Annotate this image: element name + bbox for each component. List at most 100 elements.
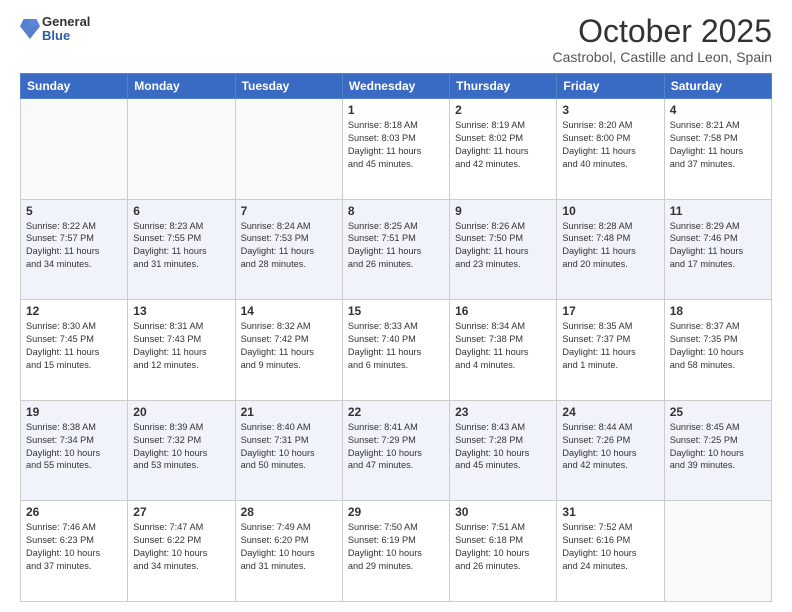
- logo-blue-text: Blue: [42, 29, 90, 43]
- day-number: 6: [133, 204, 229, 218]
- day-number: 15: [348, 304, 444, 318]
- day-info: Sunrise: 8:45 AMSunset: 7:25 PMDaylight:…: [670, 421, 766, 473]
- day-number: 12: [26, 304, 122, 318]
- day-number: 28: [241, 505, 337, 519]
- calendar-cell: 11 Sunrise: 8:29 AMSunset: 7:46 PMDayligh…: [664, 199, 771, 300]
- day-info: Sunrise: 8:22 AMSunset: 7:57 PMDaylight:…: [26, 220, 122, 272]
- calendar-cell: 10 Sunrise: 8:28 AMSunset: 7:48 PMDayligh…: [557, 199, 664, 300]
- calendar-cell: 23 Sunrise: 8:43 AMSunset: 7:28 PMDayligh…: [450, 400, 557, 501]
- header: General Blue October 2025 Castrobol, Cas…: [20, 15, 772, 65]
- calendar-row-3: 12 Sunrise: 8:30 AMSunset: 7:45 PMDayligh…: [21, 300, 772, 401]
- day-info: Sunrise: 8:26 AMSunset: 7:50 PMDaylight:…: [455, 220, 551, 272]
- calendar-cell: 15 Sunrise: 8:33 AMSunset: 7:40 PMDayligh…: [342, 300, 449, 401]
- calendar-row-2: 5 Sunrise: 8:22 AMSunset: 7:57 PMDaylight…: [21, 199, 772, 300]
- day-info: Sunrise: 8:19 AMSunset: 8:02 PMDaylight:…: [455, 119, 551, 171]
- day-number: 8: [348, 204, 444, 218]
- logo-general-text: General: [42, 15, 90, 29]
- day-info: Sunrise: 8:38 AMSunset: 7:34 PMDaylight:…: [26, 421, 122, 473]
- day-info: Sunrise: 8:21 AMSunset: 7:58 PMDaylight:…: [670, 119, 766, 171]
- weekday-header-saturday: Saturday: [664, 74, 771, 99]
- day-number: 31: [562, 505, 658, 519]
- calendar-cell: 17Sunrise: 8:35 AMSunset: 7:37 PMDayligh…: [557, 300, 664, 401]
- header-right: October 2025 Castrobol, Castille and Leo…: [553, 15, 772, 65]
- day-number: 17: [562, 304, 658, 318]
- weekday-header-friday: Friday: [557, 74, 664, 99]
- day-number: 11: [670, 204, 766, 218]
- day-info: Sunrise: 8:23 AMSunset: 7:55 PMDaylight:…: [133, 220, 229, 272]
- day-number: 26: [26, 505, 122, 519]
- day-number: 18: [670, 304, 766, 318]
- calendar-cell: 31Sunrise: 7:52 AMSunset: 6:16 PMDayligh…: [557, 501, 664, 602]
- calendar-cell: [21, 99, 128, 200]
- day-info: Sunrise: 8:34 AMSunset: 7:38 PMDaylight:…: [455, 320, 551, 372]
- calendar-cell: 19 Sunrise: 8:38 AMSunset: 7:34 PMDayligh…: [21, 400, 128, 501]
- calendar-cell: 9 Sunrise: 8:26 AMSunset: 7:50 PMDaylight…: [450, 199, 557, 300]
- calendar-cell: 22Sunrise: 8:41 AMSunset: 7:29 PMDayligh…: [342, 400, 449, 501]
- day-number: 1: [348, 103, 444, 117]
- day-info: Sunrise: 8:29 AMSunset: 7:46 PMDaylight:…: [670, 220, 766, 272]
- calendar-cell: 28Sunrise: 7:49 AMSunset: 6:20 PMDayligh…: [235, 501, 342, 602]
- calendar-row-1: 1 Sunrise: 8:18 AMSunset: 8:03 PMDaylight…: [21, 99, 772, 200]
- day-number: 4: [670, 103, 766, 117]
- calendar-cell: 7 Sunrise: 8:24 AMSunset: 7:53 PMDaylight…: [235, 199, 342, 300]
- day-info: Sunrise: 8:20 AMSunset: 8:00 PMDaylight:…: [562, 119, 658, 171]
- day-info: Sunrise: 7:47 AMSunset: 6:22 PMDaylight:…: [133, 521, 229, 573]
- logo-text: General Blue: [42, 15, 90, 44]
- calendar-cell: 20Sunrise: 8:39 AMSunset: 7:32 PMDayligh…: [128, 400, 235, 501]
- day-info: Sunrise: 8:18 AMSunset: 8:03 PMDaylight:…: [348, 119, 444, 171]
- day-number: 29: [348, 505, 444, 519]
- day-number: 19: [26, 405, 122, 419]
- day-info: Sunrise: 8:30 AMSunset: 7:45 PMDaylight:…: [26, 320, 122, 372]
- day-number: 27: [133, 505, 229, 519]
- day-info: Sunrise: 8:43 AMSunset: 7:28 PMDaylight:…: [455, 421, 551, 473]
- day-info: Sunrise: 8:40 AMSunset: 7:31 PMDaylight:…: [241, 421, 337, 473]
- calendar-cell: 3 Sunrise: 8:20 AMSunset: 8:00 PMDaylight…: [557, 99, 664, 200]
- calendar-cell: 29Sunrise: 7:50 AMSunset: 6:19 PMDayligh…: [342, 501, 449, 602]
- day-info: Sunrise: 8:24 AMSunset: 7:53 PMDaylight:…: [241, 220, 337, 272]
- calendar-cell: 25 Sunrise: 8:45 AMSunset: 7:25 PMDayligh…: [664, 400, 771, 501]
- calendar-table: SundayMondayTuesdayWednesdayThursdayFrid…: [20, 73, 772, 602]
- calendar-cell: 12 Sunrise: 8:30 AMSunset: 7:45 PMDayligh…: [21, 300, 128, 401]
- day-number: 10: [562, 204, 658, 218]
- page: General Blue October 2025 Castrobol, Cas…: [0, 0, 792, 612]
- month-title: October 2025: [553, 15, 772, 47]
- day-number: 9: [455, 204, 551, 218]
- day-number: 14: [241, 304, 337, 318]
- calendar-cell: 5 Sunrise: 8:22 AMSunset: 7:57 PMDaylight…: [21, 199, 128, 300]
- day-info: Sunrise: 8:31 AMSunset: 7:43 PMDaylight:…: [133, 320, 229, 372]
- calendar-cell: [128, 99, 235, 200]
- calendar-cell: 30Sunrise: 7:51 AMSunset: 6:18 PMDayligh…: [450, 501, 557, 602]
- day-number: 13: [133, 304, 229, 318]
- calendar-cell: 26 Sunrise: 7:46 AMSunset: 6:23 PMDayligh…: [21, 501, 128, 602]
- day-info: Sunrise: 8:37 AMSunset: 7:35 PMDaylight:…: [670, 320, 766, 372]
- day-info: Sunrise: 8:33 AMSunset: 7:40 PMDaylight:…: [348, 320, 444, 372]
- calendar-cell: 13 Sunrise: 8:31 AMSunset: 7:43 PMDayligh…: [128, 300, 235, 401]
- day-number: 7: [241, 204, 337, 218]
- day-number: 21: [241, 405, 337, 419]
- day-info: Sunrise: 8:28 AMSunset: 7:48 PMDaylight:…: [562, 220, 658, 272]
- logo: General Blue: [20, 15, 90, 44]
- day-info: Sunrise: 8:41 AMSunset: 7:29 PMDaylight:…: [348, 421, 444, 473]
- location: Castrobol, Castille and Leon, Spain: [553, 49, 772, 65]
- day-info: Sunrise: 7:46 AMSunset: 6:23 PMDaylight:…: [26, 521, 122, 573]
- weekday-header-wednesday: Wednesday: [342, 74, 449, 99]
- calendar-cell: 1 Sunrise: 8:18 AMSunset: 8:03 PMDaylight…: [342, 99, 449, 200]
- weekday-header-tuesday: Tuesday: [235, 74, 342, 99]
- calendar-cell: [664, 501, 771, 602]
- calendar-cell: 21 Sunrise: 8:40 AMSunset: 7:31 PMDayligh…: [235, 400, 342, 501]
- day-info: Sunrise: 8:44 AMSunset: 7:26 PMDaylight:…: [562, 421, 658, 473]
- weekday-header-sunday: Sunday: [21, 74, 128, 99]
- calendar-cell: 14Sunrise: 8:32 AMSunset: 7:42 PMDayligh…: [235, 300, 342, 401]
- weekday-header-monday: Monday: [128, 74, 235, 99]
- day-number: 5: [26, 204, 122, 218]
- day-number: 23: [455, 405, 551, 419]
- calendar-row-5: 26 Sunrise: 7:46 AMSunset: 6:23 PMDayligh…: [21, 501, 772, 602]
- day-number: 25: [670, 405, 766, 419]
- day-number: 24: [562, 405, 658, 419]
- logo-icon: [20, 17, 40, 41]
- day-number: 2: [455, 103, 551, 117]
- day-number: 3: [562, 103, 658, 117]
- day-number: 30: [455, 505, 551, 519]
- calendar-cell: 24 Sunrise: 8:44 AMSunset: 7:26 PMDayligh…: [557, 400, 664, 501]
- calendar-cell: [235, 99, 342, 200]
